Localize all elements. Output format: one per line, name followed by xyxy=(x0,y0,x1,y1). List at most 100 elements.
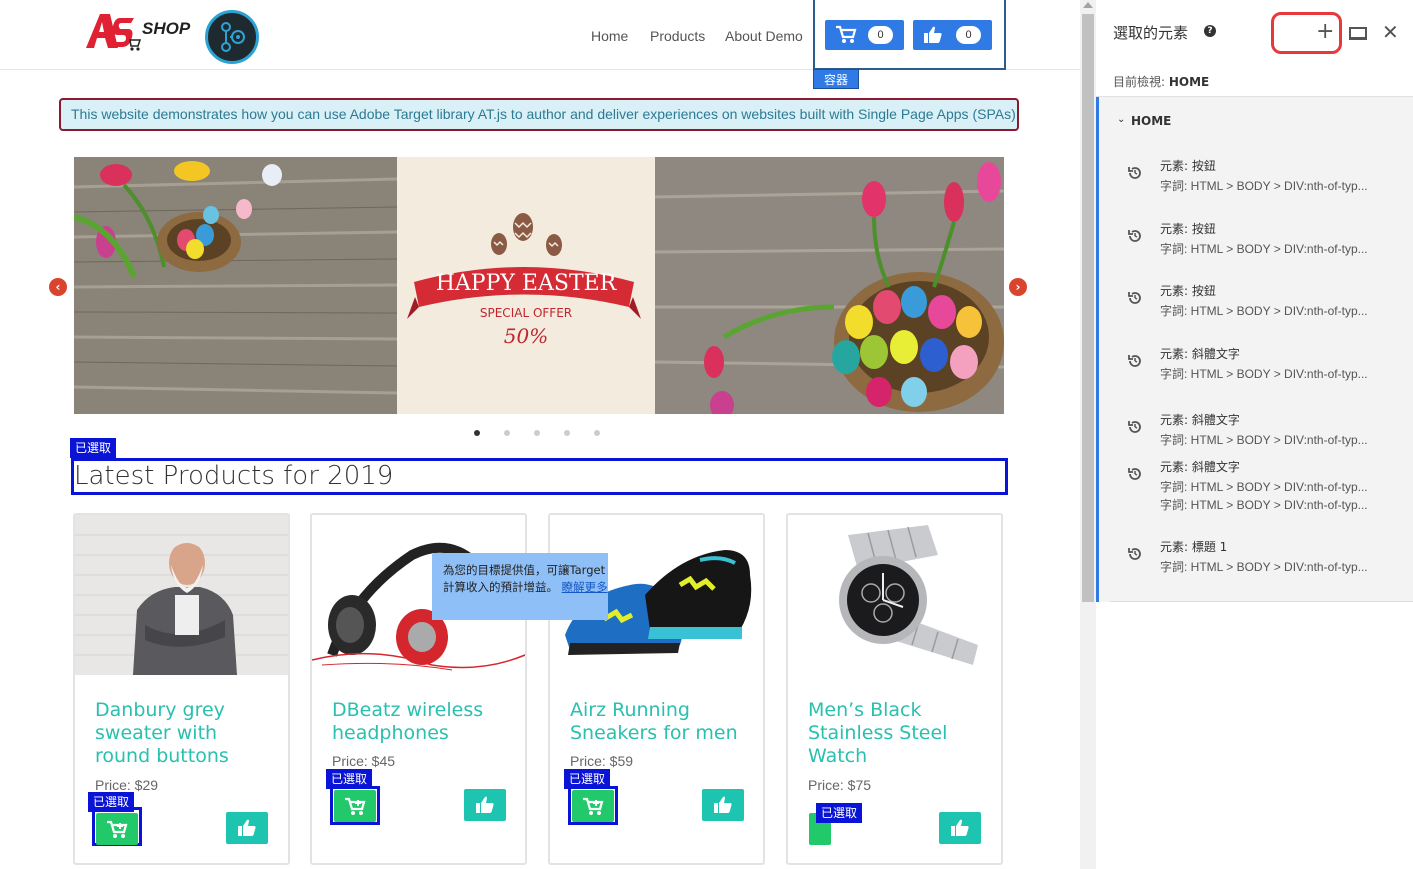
thumbs-up-icon xyxy=(238,819,256,836)
carousel-dot-2[interactable] xyxy=(504,430,510,436)
add-to-cart-button[interactable] xyxy=(96,813,138,845)
revenue-tooltip: 為您的目標提供值，可讓Target計算收入的預計增益。 瞭解更多 xyxy=(432,553,608,620)
revert-icon[interactable] xyxy=(1127,353,1143,369)
element-selector: 字詞: HTML > BODY > DIV:nth-of-typ... xyxy=(1160,480,1368,494)
list-item[interactable]: 元素: 標題 1 字詞: HTML > BODY > DIV:nth-of-ty… xyxy=(1099,538,1413,578)
element-type: 元素: 斜體文字 xyxy=(1160,413,1240,427)
scrollbar-thumb[interactable] xyxy=(1082,14,1094,602)
element-type: 元素: 按鈕 xyxy=(1160,159,1216,173)
hero-carousel[interactable]: HAPPY EASTER SPECIAL OFFER 50% xyxy=(74,157,1004,414)
svg-text:SHOP: SHOP xyxy=(142,19,191,38)
product-image-watch[interactable] xyxy=(788,515,1001,675)
shop-logo[interactable]: SHOP xyxy=(84,8,194,54)
nav-products[interactable]: Products xyxy=(650,28,705,44)
carousel-dot-1[interactable] xyxy=(474,430,480,436)
current-view: 目前檢視: HOME xyxy=(1113,73,1209,90)
element-selector: 字詞: HTML > BODY > DIV:nth-of-typ... xyxy=(1160,498,1368,512)
thumbs-up-icon xyxy=(714,796,732,813)
selected-tag: 已選取 xyxy=(816,803,863,823)
carousel-prev-arrow[interactable]: ‹ xyxy=(49,278,67,296)
element-selector: 字詞: HTML > BODY > DIV:nth-of-typ... xyxy=(1160,179,1368,193)
container-label-tag: 容器 xyxy=(813,69,859,89)
product-name[interactable]: Airz Running Sneakers for men xyxy=(570,699,750,745)
view-group-header[interactable]: HOME xyxy=(1131,114,1171,128)
svg-text:SPECIAL OFFER: SPECIAL OFFER xyxy=(480,306,572,320)
carousel-dot-3[interactable] xyxy=(534,430,540,436)
carousel-dot-4[interactable] xyxy=(564,430,570,436)
product-name[interactable]: Danbury grey sweater with round buttons xyxy=(95,699,275,768)
section-title[interactable]: Latest Products for 2019 xyxy=(71,458,1008,495)
element-type: 元素: 按鈕 xyxy=(1160,284,1216,298)
brand-icon xyxy=(205,10,259,64)
product-price: Price: $29 xyxy=(95,777,159,793)
list-item[interactable]: 元素: 按鈕 字詞: HTML > BODY > DIV:nth-of-typ.… xyxy=(1099,220,1413,260)
element-type: 元素: 斜體文字 xyxy=(1160,460,1240,474)
revert-icon[interactable] xyxy=(1127,466,1143,482)
like-button[interactable] xyxy=(464,789,506,821)
help-icon[interactable]: ? xyxy=(1204,25,1216,37)
list-item[interactable]: 元素: 按鈕 字詞: HTML > BODY > DIV:nth-of-typ.… xyxy=(1099,157,1413,197)
add-icon[interactable]: + xyxy=(1316,20,1334,44)
panel-title: 選取的元素 xyxy=(1113,24,1189,42)
product-name[interactable]: Men’s Black Stainless Steel Watch xyxy=(808,699,988,768)
panel-divider xyxy=(1110,601,1413,602)
product-price: Price: $45 xyxy=(332,753,396,769)
cart-count-badge: 0 xyxy=(868,26,893,44)
revert-icon[interactable] xyxy=(1127,290,1143,306)
like-button[interactable] xyxy=(226,812,268,844)
carousel-next-arrow[interactable]: › xyxy=(1009,278,1027,296)
chevron-down-icon[interactable]: ⌄ xyxy=(1117,114,1125,125)
revert-icon[interactable] xyxy=(1127,228,1143,244)
current-view-value: HOME xyxy=(1168,75,1210,89)
thumbs-up-icon xyxy=(951,819,969,836)
product-price: Price: $75 xyxy=(808,777,872,793)
revert-icon[interactable] xyxy=(1127,165,1143,181)
nav-about-demo[interactable]: About Demo xyxy=(725,28,803,44)
element-type: 元素: 按鈕 xyxy=(1160,222,1216,236)
cart-icon xyxy=(836,25,857,43)
selected-tag: 已選取 xyxy=(70,438,117,458)
page-scrollbar[interactable] xyxy=(1080,0,1096,869)
header-like-button[interactable]: 0 xyxy=(913,20,992,50)
like-button[interactable] xyxy=(702,789,744,821)
like-button[interactable] xyxy=(939,812,981,844)
revert-icon[interactable] xyxy=(1127,419,1143,435)
cart-icon xyxy=(107,820,128,838)
product-image-sweater[interactable] xyxy=(75,515,288,675)
nav-home[interactable]: Home xyxy=(591,28,628,44)
element-selector: 字詞: HTML > BODY > DIV:nth-of-typ... xyxy=(1160,242,1368,256)
product-price: Price: $59 xyxy=(570,753,634,769)
list-item[interactable]: 元素: 斜體文字 字詞: HTML > BODY > DIV:nth-of-ty… xyxy=(1099,345,1413,385)
product-name[interactable]: DBeatz wireless headphones xyxy=(332,699,512,745)
add-to-cart-button[interactable] xyxy=(334,790,376,822)
header-cart-button[interactable]: 0 xyxy=(825,20,904,50)
current-view-label: 目前檢視: xyxy=(1113,75,1166,89)
website-viewport: SHOP Home Products About Demo 0 0 容器 Thi… xyxy=(0,0,1080,869)
element-selector: 字詞: HTML > BODY > DIV:nth-of-typ... xyxy=(1160,560,1368,574)
element-type: 元素: 標題 1 xyxy=(1160,540,1228,554)
monitor-icon[interactable] xyxy=(1349,27,1367,40)
element-selector: 字詞: HTML > BODY > DIV:nth-of-typ... xyxy=(1160,304,1368,318)
scroll-up-arrow-icon[interactable] xyxy=(1083,2,1093,8)
selected-elements-panel: 選取的元素 ? + ✕ 目前檢視: HOME ⌄ HOME 元素: 按鈕 字詞:… xyxy=(1096,0,1413,869)
element-selector: 字詞: HTML > BODY > DIV:nth-of-typ... xyxy=(1160,367,1368,381)
list-item[interactable]: 元素: 按鈕 字詞: HTML > BODY > DIV:nth-of-typ.… xyxy=(1099,282,1413,322)
like-count-badge: 0 xyxy=(956,26,981,44)
element-selector: 字詞: HTML > BODY > DIV:nth-of-typ... xyxy=(1160,433,1368,447)
cart-icon xyxy=(345,797,366,815)
svg-text:50%: 50% xyxy=(504,324,548,348)
easter-banner-image: HAPPY EASTER SPECIAL OFFER 50% xyxy=(74,157,1004,414)
cart-icon xyxy=(583,797,604,815)
list-item[interactable]: 元素: 斜體文字 字詞: HTML > BODY > DIV:nth-of-ty… xyxy=(1099,458,1413,516)
thumbs-up-icon xyxy=(924,26,942,43)
close-icon[interactable]: ✕ xyxy=(1382,20,1399,44)
add-to-cart-button[interactable] xyxy=(572,790,614,822)
selected-elements-list: ⌄ HOME 元素: 按鈕 字詞: HTML > BODY > DIV:nth-… xyxy=(1096,97,1413,602)
info-banner: This website demonstrates how you can us… xyxy=(59,98,1019,131)
revert-icon[interactable] xyxy=(1127,546,1143,562)
list-item[interactable]: 元素: 斜體文字 字詞: HTML > BODY > DIV:nth-of-ty… xyxy=(1099,411,1413,451)
carousel-dot-5[interactable] xyxy=(594,430,600,436)
element-type: 元素: 斜體文字 xyxy=(1160,347,1240,361)
svg-text:HAPPY EASTER: HAPPY EASTER xyxy=(436,271,618,296)
learn-more-link[interactable]: 瞭解更多 xyxy=(562,580,608,594)
